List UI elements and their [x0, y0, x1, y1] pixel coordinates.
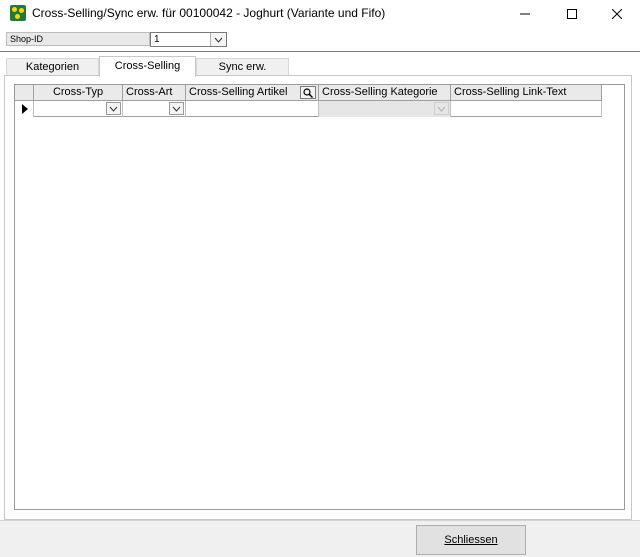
- shop-bar: Shop-ID 1: [0, 28, 640, 52]
- app-icon: [10, 5, 26, 21]
- schliessen-button[interactable]: Schliessen: [416, 525, 526, 555]
- grid-header: Cross-Typ Cross-Art Cross-Selling Artike…: [15, 85, 602, 101]
- chevron-down-icon[interactable]: [169, 102, 184, 115]
- tab-sync-erw[interactable]: Sync erw.: [196, 58, 289, 76]
- chevron-down-icon[interactable]: [210, 33, 226, 46]
- kategorie-combo: [319, 101, 451, 117]
- row-selector[interactable]: [15, 101, 34, 117]
- schliessen-button-label: Schliessen: [444, 534, 498, 546]
- column-header-link-text[interactable]: Cross-Selling Link-Text: [451, 85, 602, 101]
- cross-art-combo[interactable]: [123, 101, 186, 117]
- column-header-artikel[interactable]: Cross-Selling Artikel: [186, 85, 319, 101]
- dialog-footer: Schliessen: [0, 520, 640, 557]
- search-icon[interactable]: [300, 86, 316, 99]
- maximize-icon: [567, 9, 577, 19]
- tab-panel-cross-selling: Cross-Typ Cross-Art Cross-Selling Artike…: [4, 75, 632, 520]
- cross-typ-combo[interactable]: [34, 101, 123, 117]
- current-row-indicator-icon: [22, 104, 28, 114]
- chevron-down-icon[interactable]: [106, 102, 121, 115]
- chevron-down-icon: [434, 102, 449, 115]
- row-header-corner: [15, 85, 34, 101]
- shop-id-value: 1: [154, 34, 160, 45]
- column-header-kategorie[interactable]: Cross-Selling Kategorie: [319, 85, 451, 101]
- close-window-button[interactable]: [594, 0, 640, 28]
- artikel-field[interactable]: [186, 101, 319, 117]
- table-row[interactable]: [15, 101, 602, 117]
- shop-id-label: Shop-ID: [6, 32, 150, 46]
- column-header-cross-typ[interactable]: Cross-Typ: [34, 85, 123, 101]
- tab-kategorien[interactable]: Kategorien: [6, 58, 99, 76]
- maximize-button[interactable]: [549, 0, 595, 28]
- window-title: Cross-Selling/Sync erw. für 00100042 - J…: [32, 6, 386, 20]
- close-icon: [612, 9, 622, 19]
- link-text-field[interactable]: [451, 101, 602, 117]
- title-bar: Cross-Selling/Sync erw. für 00100042 - J…: [0, 0, 640, 28]
- minimize-icon: [520, 13, 530, 15]
- cross-selling-grid[interactable]: Cross-Typ Cross-Art Cross-Selling Artike…: [14, 84, 625, 510]
- column-header-cross-art[interactable]: Cross-Art: [123, 85, 186, 101]
- minimize-button[interactable]: [502, 0, 548, 28]
- tab-cross-selling[interactable]: Cross-Selling: [99, 56, 196, 77]
- column-header-artikel-label: Cross-Selling Artikel: [189, 86, 288, 98]
- shop-id-select[interactable]: 1: [150, 32, 227, 47]
